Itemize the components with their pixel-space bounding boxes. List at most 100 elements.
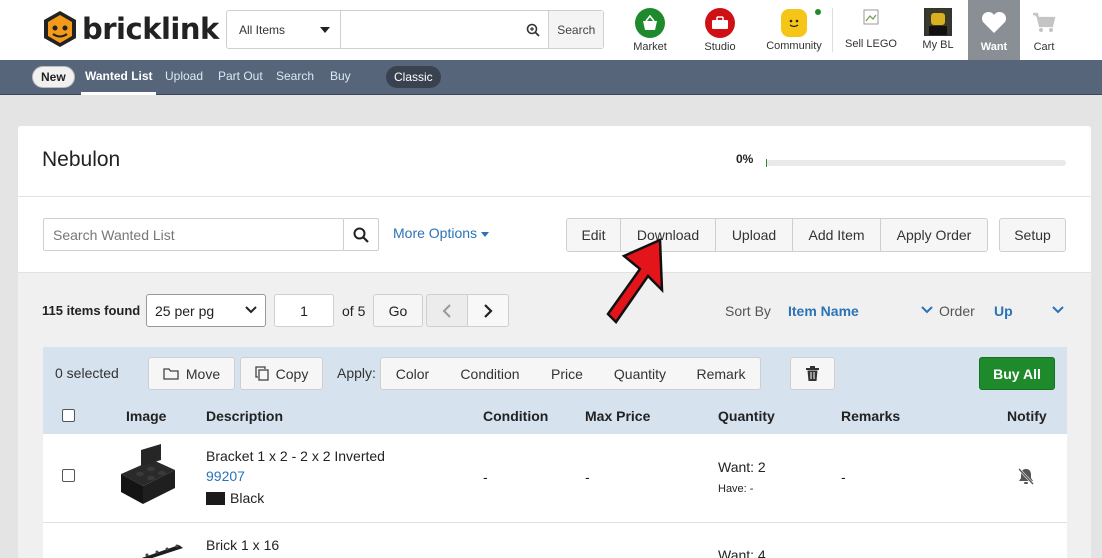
apply-remark-button[interactable]: Remark <box>682 357 761 390</box>
search-icon <box>353 227 369 243</box>
subnav-wanted-list[interactable]: Wanted List <box>85 69 153 83</box>
setup-button[interactable]: Setup <box>999 218 1066 252</box>
more-options-link[interactable]: More Options <box>393 225 490 241</box>
chevron-left-icon <box>442 303 451 318</box>
subnav-buy[interactable]: Buy <box>330 69 351 83</box>
progress-fill <box>766 159 767 167</box>
order-label: Order <box>939 303 975 319</box>
item-image[interactable] <box>133 543 183 558</box>
new-button[interactable]: New <box>32 66 75 88</box>
nav-market-label: Market <box>633 41 667 53</box>
table-row: Brick 1 x 16 Want: 4 <box>43 523 1067 558</box>
global-search: All Items Search <box>226 10 604 49</box>
subnav-upload[interactable]: Upload <box>165 69 203 83</box>
wanted-list-search-button[interactable] <box>343 218 379 251</box>
col-notify: Notify <box>1007 408 1047 424</box>
category-select[interactable]: All Items <box>227 11 342 48</box>
nav-studio-label: Studio <box>704 41 736 53</box>
sort-by-select[interactable]: Item Name <box>788 303 859 319</box>
classic-button[interactable]: Classic <box>386 66 441 88</box>
select-all-checkbox[interactable] <box>62 409 75 422</box>
upload-button[interactable]: Upload <box>716 218 793 252</box>
bricklink-logo[interactable]: bricklink <box>42 10 219 48</box>
setup-group: Setup <box>999 218 1066 252</box>
apply-condition-button[interactable]: Condition <box>444 357 537 390</box>
apply-price-button[interactable]: Price <box>536 357 599 390</box>
nav-sell-lego[interactable]: Sell LEGO <box>842 0 900 60</box>
prev-page-button[interactable] <box>426 294 468 327</box>
wanted-list-title: Nebulon <box>42 148 121 171</box>
search-zoom-icon[interactable] <box>518 11 548 48</box>
subnav-search[interactable]: Search <box>276 69 314 83</box>
minifig-head-icon <box>781 9 807 37</box>
move-button[interactable]: Move <box>148 357 235 390</box>
per-page-value: 25 per pg <box>155 302 215 319</box>
caret-down-icon <box>320 27 331 33</box>
nav-my-bl[interactable]: My BL <box>918 0 958 60</box>
items-found-count: 115 items found <box>42 303 141 318</box>
wanted-list-search-input[interactable]: Search Wanted List <box>43 218 344 251</box>
row-checkbox[interactable] <box>62 469 75 482</box>
apply-order-button[interactable]: Apply Order <box>881 218 988 252</box>
nav-studio[interactable]: Studio <box>700 0 740 60</box>
col-description: Description <box>206 408 284 424</box>
chevron-down-icon <box>245 306 257 314</box>
progress-bar <box>766 159 1066 167</box>
item-have-qty: Have: - <box>718 483 754 495</box>
item-color: Black <box>206 490 264 506</box>
copy-icon <box>255 366 269 381</box>
apply-quantity-button[interactable]: Quantity <box>598 357 683 390</box>
notify-toggle[interactable] <box>1017 468 1035 488</box>
global-search-input[interactable] <box>341 11 519 48</box>
item-want-qty[interactable]: Want: 4 <box>718 547 766 558</box>
color-swatch <box>206 492 225 505</box>
per-page-select[interactable]: 25 per pg <box>146 294 266 327</box>
apply-color-button[interactable]: Color <box>380 357 445 390</box>
nav-sell-lego-label: Sell LEGO <box>845 38 897 50</box>
subnav-part-out[interactable]: Part Out <box>218 69 263 83</box>
chevron-down-icon[interactable] <box>921 306 933 314</box>
nav-want-label: Want <box>980 41 1008 53</box>
item-name: Bracket 1 x 2 - 2 x 2 Inverted <box>206 448 385 464</box>
item-number-link[interactable]: 99207 <box>206 468 245 484</box>
chevron-down-icon[interactable] <box>1052 306 1064 314</box>
divider <box>18 196 1091 197</box>
delete-button[interactable] <box>790 357 835 390</box>
col-image: Image <box>126 408 167 424</box>
copy-button[interactable]: Copy <box>240 357 323 390</box>
avatar-icon <box>924 8 952 36</box>
nav-community-label: Community <box>766 40 822 52</box>
item-max-price[interactable]: - <box>585 469 590 485</box>
item-want-qty[interactable]: Want: 2 <box>718 459 766 475</box>
next-page-button[interactable] <box>467 294 509 327</box>
nav-market[interactable]: Market <box>630 0 670 60</box>
brick-part-image <box>141 544 183 558</box>
copy-label: Copy <box>275 365 309 382</box>
briefcase-icon <box>705 8 735 38</box>
item-image[interactable] <box>113 444 179 509</box>
buy-all-button[interactable]: Buy All <box>979 357 1055 390</box>
table-header: Image Description Condition Max Price Qu… <box>43 401 1067 434</box>
item-remarks[interactable]: - <box>841 469 846 485</box>
sort-by-label: Sort By <box>725 303 771 319</box>
col-quantity: Quantity <box>718 408 775 424</box>
more-options-label: More Options <box>393 225 478 241</box>
order-select[interactable]: Up <box>994 303 1013 319</box>
global-search-button[interactable]: Search <box>548 11 603 48</box>
go-button[interactable]: Go <box>373 294 423 327</box>
page-total: of 5 <box>342 303 366 319</box>
nav-community[interactable]: Community <box>762 0 826 60</box>
nav-want[interactable]: Want <box>968 0 1020 60</box>
online-dot-icon <box>815 9 821 15</box>
col-condition: Condition <box>483 408 549 424</box>
item-condition[interactable]: - <box>483 469 488 485</box>
progress-percent: 0% <box>736 152 754 166</box>
add-item-button[interactable]: Add Item <box>793 218 881 252</box>
nav-cart[interactable]: Cart <box>1024 0 1064 60</box>
col-max-price: Max Price <box>585 408 651 424</box>
cart-icon <box>1029 8 1059 38</box>
page-number-input[interactable]: 1 <box>274 294 334 327</box>
selected-count: 0 selected <box>55 365 119 381</box>
chevron-right-icon <box>484 303 493 318</box>
bell-off-icon <box>1018 468 1034 485</box>
